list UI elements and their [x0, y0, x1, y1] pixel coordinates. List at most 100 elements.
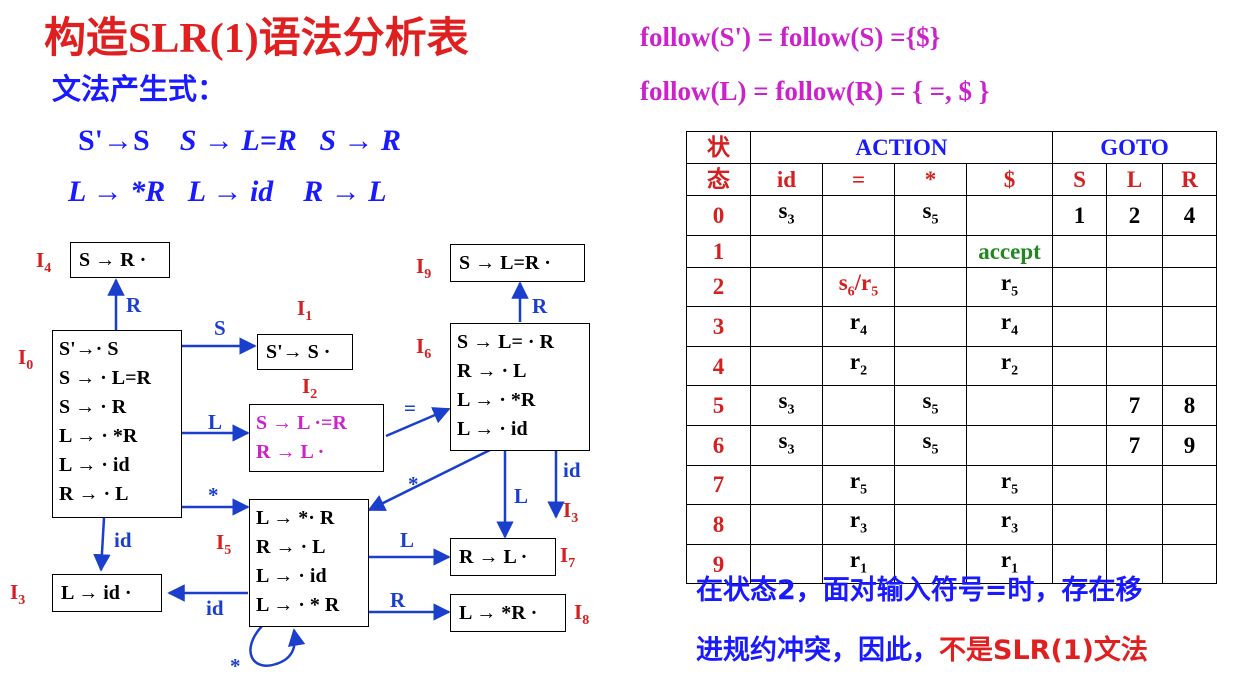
action-cell	[750, 504, 823, 545]
edge-i2-i6	[385, 407, 451, 438]
action-cell	[894, 306, 967, 347]
table-row: 3 r4 r4	[686, 306, 1217, 347]
column-header: *	[894, 163, 967, 196]
goto-cell	[1162, 464, 1217, 506]
state-box-i4: S → R ·	[70, 242, 170, 278]
state-label-i6: I6	[416, 334, 432, 363]
action-cell	[966, 195, 1053, 236]
action-cell: r5	[822, 464, 895, 506]
action-cell	[822, 424, 895, 466]
action-cell: r4	[966, 306, 1053, 347]
item: S → · L=R	[59, 367, 151, 389]
action-cell: r2	[966, 345, 1053, 387]
item: R → · L	[457, 360, 527, 382]
edge-label: id	[563, 458, 581, 482]
state-label-i0: I0	[18, 345, 34, 374]
edge-label: L	[400, 528, 415, 552]
item: S → L ·=R	[256, 412, 347, 434]
conflict-note-line-1: 在状态2，面对输入符号=时，存在移	[696, 575, 1143, 606]
item: S → L= · R	[457, 331, 554, 353]
action-cell: r5	[966, 266, 1053, 308]
state-box-i6: S → L= · R R → · L L → · *R L → · id	[450, 323, 590, 451]
edge-label: L	[208, 410, 223, 434]
edge-i0-i3	[93, 517, 111, 572]
edge-i5-self	[249, 625, 306, 667]
goto-cell	[1052, 464, 1107, 506]
item: L → id ·	[61, 582, 132, 604]
table-row: 0 s3 s5 1 2 4	[686, 195, 1217, 236]
action-cell	[894, 266, 967, 308]
column-header: L	[1106, 163, 1163, 196]
action-cell: r3	[822, 504, 895, 545]
table-row: 2 s6/r5 r5	[686, 266, 1217, 308]
item: S → R ·	[79, 249, 147, 271]
state-box-i5: L → *· R R → · L L → · id L → · * R	[249, 499, 369, 627]
slr-parsing-table: 状 ACTION GOTO 态 id = * $ S L R 0 s3 s5 1…	[686, 131, 1217, 585]
goto-cell	[1162, 266, 1217, 308]
goto-cell	[1052, 385, 1107, 426]
table-row: 8 r3 r3	[686, 504, 1217, 545]
action-cell-accept: accept	[966, 234, 1053, 268]
edge-label: L	[514, 484, 529, 508]
item: R → · L	[59, 483, 129, 505]
goto-cell: 2	[1106, 195, 1163, 236]
state-cell: 2	[686, 266, 751, 308]
goto-cell	[1052, 266, 1107, 308]
item: L → · * R	[256, 594, 340, 616]
state-cell: 0	[686, 195, 751, 236]
action-cell	[894, 504, 967, 545]
action-cell: s5	[894, 424, 967, 466]
state-label-i9: I9	[416, 254, 432, 283]
goto-cell	[1106, 234, 1163, 268]
table-row: 7 r5 r5	[686, 464, 1217, 506]
table-row: 6 s3 s5 7 9	[686, 424, 1217, 466]
item: S → L=R ·	[459, 252, 551, 274]
column-header: S	[1052, 163, 1107, 196]
action-cell: s3	[750, 385, 823, 426]
goto-cell: 7	[1106, 424, 1163, 466]
state-label-i3-ref: I3	[563, 498, 579, 527]
goto-cell	[1052, 345, 1107, 387]
table-row: 4 r2 r2	[686, 345, 1217, 387]
action-cell	[894, 345, 967, 387]
column-header: R	[1162, 163, 1217, 196]
state-column-header: 状	[686, 131, 751, 164]
goto-cell: 1	[1052, 195, 1107, 236]
follow-set-l: follow(L) = follow(R) = { =, $ }	[640, 76, 990, 106]
column-header: =	[822, 163, 895, 196]
item: S'→ S ·	[266, 341, 331, 363]
item: L → *R ·	[459, 602, 538, 624]
goto-header: GOTO	[1052, 131, 1217, 164]
state-box-i7: R → L ·	[450, 538, 556, 576]
item: L → · id	[59, 454, 130, 476]
state-label-i1: I1	[297, 296, 313, 325]
goto-cell	[1106, 345, 1163, 387]
action-cell: s3	[750, 424, 823, 466]
edge-label: *	[230, 654, 241, 678]
action-cell	[894, 464, 967, 506]
item: L → *· R	[256, 507, 335, 529]
column-header: $	[966, 163, 1053, 196]
state-box-i2: S → L ·=R R → L ·	[249, 404, 384, 472]
action-cell: s5	[894, 385, 967, 426]
conflict-note-conclusion: 不是SLR(1)文法	[939, 635, 1148, 666]
edge-label: R	[532, 294, 548, 318]
action-header: ACTION	[750, 131, 1053, 164]
action-cell	[822, 195, 895, 236]
edge-label: id	[206, 596, 224, 620]
goto-cell: 9	[1162, 424, 1217, 466]
goto-cell	[1162, 504, 1217, 545]
goto-cell	[1106, 464, 1163, 506]
item: S → · R	[59, 396, 127, 418]
item: S'→· S	[59, 338, 119, 360]
edge-label: *	[408, 472, 419, 496]
state-box-i8: L → *R ·	[450, 594, 566, 632]
action-cell-conflict: s6/r5	[822, 266, 895, 308]
goto-cell	[1162, 345, 1217, 387]
action-cell	[750, 234, 823, 268]
item: L → · *R	[59, 425, 138, 447]
action-cell	[822, 385, 895, 426]
action-cell	[750, 464, 823, 506]
state-label-i5: I5	[216, 530, 232, 559]
state-cell: 5	[686, 385, 751, 426]
